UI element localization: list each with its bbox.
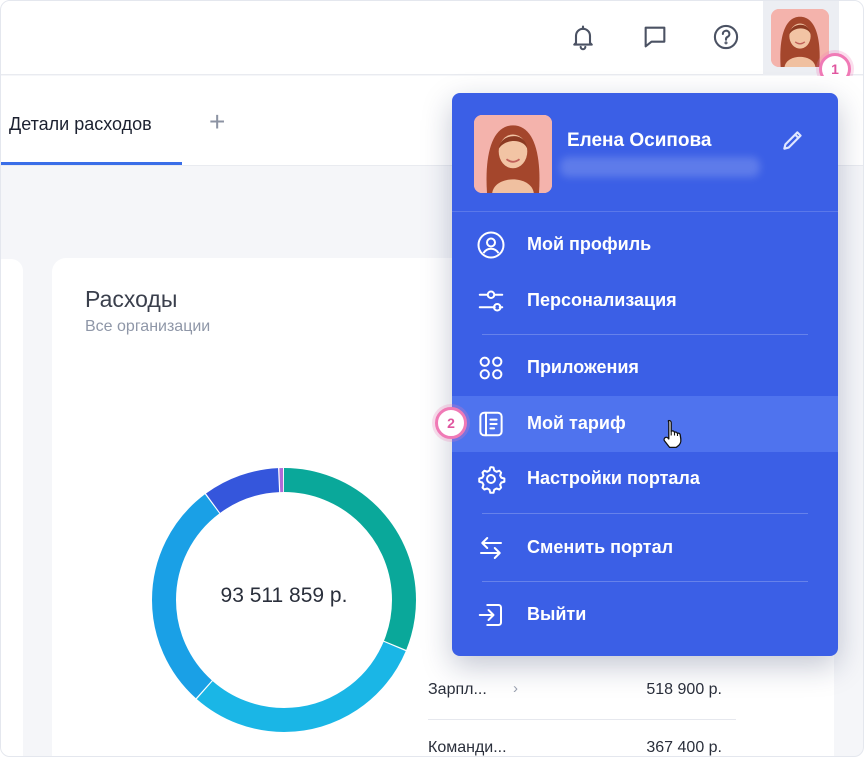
divider bbox=[428, 719, 736, 720]
menu-header: Елена Осипова bbox=[452, 93, 838, 212]
menu-item-label: Мой профиль bbox=[527, 234, 652, 254]
apps-grid-icon bbox=[476, 353, 506, 383]
user-name: Елена Осипова bbox=[567, 130, 712, 151]
top-bar: 1 bbox=[1, 1, 863, 85]
bell-icon[interactable] bbox=[567, 21, 599, 53]
menu-item-label: Сменить портал bbox=[527, 537, 674, 557]
sliders-icon bbox=[476, 286, 506, 316]
menu-item-label: Мой тариф bbox=[527, 413, 626, 433]
logout-icon bbox=[476, 600, 506, 630]
edit-pencil-icon[interactable] bbox=[780, 127, 806, 153]
card-subtitle: Все организации bbox=[85, 318, 211, 335]
step-badge-2: 2 bbox=[435, 407, 467, 439]
row-amount: 518 900 р. bbox=[646, 681, 722, 698]
switch-arrows-icon bbox=[476, 533, 506, 563]
menu-item-profile[interactable]: Мой профиль bbox=[452, 217, 838, 273]
menu-item-label: Персонализация bbox=[527, 290, 677, 310]
list-item[interactable]: Зарпл... › 518 900 р. bbox=[428, 680, 736, 731]
tab-label: Детали расходов bbox=[9, 114, 152, 134]
hand-cursor-icon bbox=[660, 418, 686, 450]
menu-item-label: Приложения bbox=[527, 357, 639, 377]
card-title: Расходы bbox=[85, 286, 178, 312]
list-item[interactable]: Команди... 367 400 р. bbox=[428, 739, 736, 756]
menu-item-portal-settings[interactable]: Настройки портала bbox=[452, 451, 838, 507]
help-icon[interactable] bbox=[710, 21, 742, 53]
donut-total: 93 511 859 р. bbox=[220, 584, 348, 607]
menu-separator bbox=[482, 581, 808, 582]
menu-separator bbox=[482, 513, 808, 514]
gear-icon bbox=[476, 464, 506, 494]
chat-icon[interactable] bbox=[639, 21, 671, 53]
tariff-icon bbox=[476, 409, 506, 439]
user-menu: Елена Осипова Мой профиль Персонализация… bbox=[452, 93, 838, 656]
chevron-right-icon: › bbox=[513, 680, 518, 697]
user-email-blurred bbox=[560, 157, 760, 177]
menu-separator bbox=[482, 334, 808, 335]
avatar bbox=[474, 115, 552, 193]
row-name: Зарпл... bbox=[428, 681, 487, 698]
tab-expense-details[interactable]: Детали расходов bbox=[1, 76, 182, 165]
add-tab-button[interactable]: + bbox=[209, 108, 225, 136]
avatar bbox=[771, 9, 829, 67]
menu-item-tariff[interactable]: Мой тариф bbox=[452, 396, 838, 452]
menu-item-label: Выйти bbox=[527, 604, 587, 624]
app-window: 1 Детали расходов + Расходы Все организа… bbox=[0, 0, 864, 757]
left-card-edge bbox=[1, 259, 23, 756]
row-name: Команди... bbox=[428, 739, 507, 756]
menu-item-personalization[interactable]: Персонализация bbox=[452, 273, 838, 329]
menu-item-logout[interactable]: Выйти bbox=[452, 587, 838, 643]
row-amount: 367 400 р. bbox=[646, 739, 722, 756]
user-circle-icon bbox=[476, 230, 506, 260]
menu-item-label: Настройки портала bbox=[527, 468, 700, 488]
menu-item-apps[interactable]: Приложения bbox=[452, 340, 838, 396]
menu-item-switch-portal[interactable]: Сменить портал bbox=[452, 520, 838, 576]
